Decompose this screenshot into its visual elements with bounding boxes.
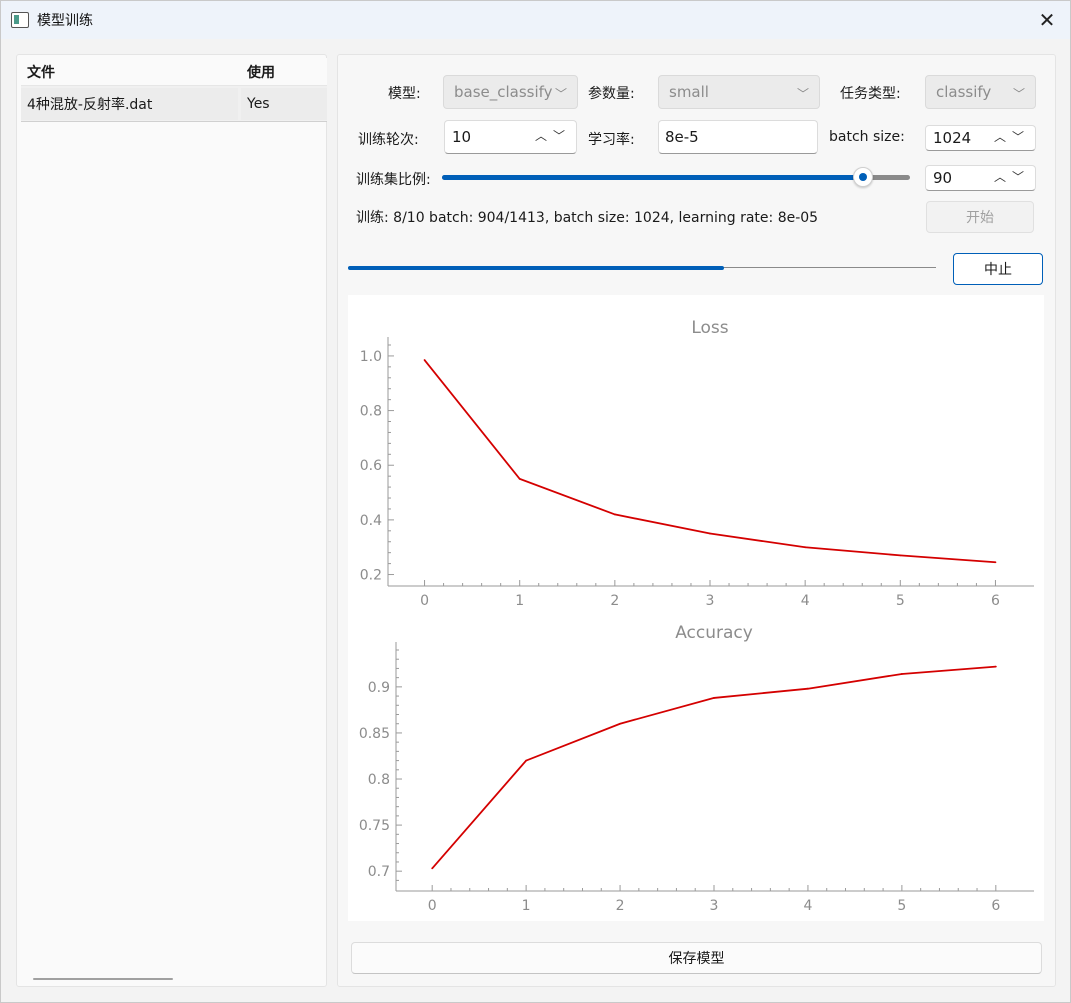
epochs-spinbox[interactable]: 10 ︿﹀: [444, 120, 577, 154]
series-line: [431, 665, 996, 870]
title-bar: 模型训练 ✕: [1, 1, 1070, 39]
window-title: 模型训练: [37, 13, 93, 29]
x-tick-label: 4: [801, 593, 810, 609]
training-panel: 模型: base_classify ﹀ 参数量: small ﹀ 任务类型: c…: [337, 54, 1056, 987]
data-point: [431, 867, 434, 870]
batch-size-value: 1024: [933, 129, 972, 147]
data-point: [709, 532, 711, 535]
data-point: [518, 477, 521, 480]
y-tick-label: 0.6: [360, 458, 382, 474]
file-table: 文件 使用 4种混放-反射率.dat Yes: [21, 58, 327, 122]
training-charts: Loss 0.2 0.4 0.6 0.8 1.0 0 1 2 3 4 5 6 Accuracy 0.7 0.7…: [348, 295, 1044, 921]
learning-rate-value: 8e-5: [665, 128, 699, 146]
x-tick-label: 1: [522, 898, 531, 914]
use-cell[interactable]: Yes: [241, 87, 327, 120]
model-select[interactable]: base_classify ﹀: [443, 75, 578, 109]
slider-fill: [442, 175, 864, 180]
params-select-value: small: [669, 83, 709, 101]
training-status-text: 训练: 8/10 batch: 904/1413, batch size: 10…: [356, 210, 819, 226]
batch-size-label: batch size:: [829, 129, 905, 145]
series-line: [423, 359, 996, 564]
spin-arrows-icon[interactable]: ︿﹀: [994, 128, 1030, 145]
data-point: [994, 665, 997, 668]
params-select[interactable]: small ﹀: [658, 75, 820, 109]
table-header: 文件 使用: [21, 58, 327, 86]
params-label: 参数量:: [588, 86, 635, 102]
epochs-value: 10: [452, 128, 472, 146]
x-tick-label: 6: [991, 898, 1000, 914]
spin-arrows-icon[interactable]: ︿﹀: [994, 168, 1030, 185]
stop-button[interactable]: 中止: [953, 253, 1043, 285]
data-point: [804, 546, 807, 549]
x-tick-label: 0: [428, 898, 437, 914]
batch-size-spinbox[interactable]: 1024 ︿﹀: [925, 125, 1036, 151]
slider-thumb[interactable]: [853, 167, 874, 187]
train-ratio-spinbox[interactable]: 90 ︿﹀: [925, 165, 1036, 191]
x-tick-label: 0: [420, 593, 429, 609]
x-tick-label: 3: [710, 898, 719, 914]
task-type-select[interactable]: classify ﹀: [925, 75, 1036, 109]
model-select-value: base_classify: [454, 83, 553, 101]
close-icon[interactable]: ✕: [1032, 5, 1062, 35]
x-tick-label: 3: [706, 593, 715, 609]
chevron-down-icon: ﹀: [796, 87, 809, 101]
chart-title: Accuracy: [675, 623, 753, 643]
horizontal-scrollbar[interactable]: [33, 978, 173, 980]
y-tick-label: 0.8: [360, 404, 382, 420]
x-tick-label: 6: [991, 593, 1000, 609]
x-tick-label: 5: [896, 593, 905, 609]
data-point: [423, 359, 426, 361]
data-point: [613, 513, 616, 516]
y-tick-label: 0.7: [368, 864, 390, 880]
y-tick-label: 0.4: [360, 513, 382, 529]
spin-arrows-icon[interactable]: ︿﹀: [535, 127, 571, 144]
y-tick-label: 0.8: [368, 772, 390, 788]
chevron-down-icon: ﹀: [1012, 87, 1025, 101]
y-tick-label: 0.75: [359, 818, 390, 834]
file-list-panel: 文件 使用 4种混放-反射率.dat Yes: [16, 54, 327, 987]
progress-fill: [348, 266, 725, 270]
x-tick-label: 4: [803, 898, 812, 914]
file-name-cell[interactable]: 4种混放-反射率.dat: [21, 87, 238, 120]
learning-rate-input[interactable]: 8e-5: [658, 120, 818, 154]
chart-title: Loss: [691, 318, 728, 338]
y-tick-label: 1.0: [360, 349, 382, 365]
train-ratio-value: 90: [933, 169, 953, 187]
data-point: [900, 673, 903, 675]
column-header-file[interactable]: 文件: [21, 62, 241, 82]
data-point: [525, 759, 528, 762]
chevron-down-icon: ﹀: [554, 87, 567, 101]
data-point: [807, 687, 809, 690]
table-row[interactable]: 4种混放-反射率.dat Yes: [21, 86, 327, 122]
data-point: [994, 561, 997, 564]
data-point: [899, 554, 902, 557]
task-type-select-value: classify: [936, 83, 992, 101]
x-tick-label: 2: [610, 593, 619, 609]
train-ratio-label: 训练集比例:: [356, 172, 431, 188]
task-type-label: 任务类型:: [840, 86, 901, 102]
charts-svg: Loss 0.2 0.4 0.6 0.8 1.0 0 1 2 3 4 5 6 Accuracy 0.7 0.7…: [359, 318, 1034, 914]
training-window: 模型训练 ✕ 文件 使用 4种混放-反射率.dat Yes 模型: base_c…: [0, 0, 1071, 1003]
x-tick-label: 2: [616, 898, 625, 914]
start-button[interactable]: 开始: [926, 201, 1034, 233]
y-tick-label: 0.85: [359, 726, 390, 742]
data-point: [713, 697, 715, 699]
data-point: [619, 722, 621, 725]
x-tick-label: 5: [897, 898, 906, 914]
y-tick-label: 0.2: [360, 568, 382, 584]
train-ratio-slider[interactable]: [442, 167, 910, 187]
model-label: 模型:: [388, 86, 421, 102]
x-tick-label: 1: [515, 593, 524, 609]
learning-rate-label: 学习率:: [588, 132, 635, 148]
app-icon: [11, 12, 29, 28]
save-model-button[interactable]: 保存模型: [351, 942, 1042, 974]
epochs-label: 训练轮次:: [358, 132, 419, 148]
y-tick-label: 0.9: [368, 680, 390, 696]
training-progress-bar: [348, 266, 936, 270]
column-header-use[interactable]: 使用: [241, 62, 327, 82]
